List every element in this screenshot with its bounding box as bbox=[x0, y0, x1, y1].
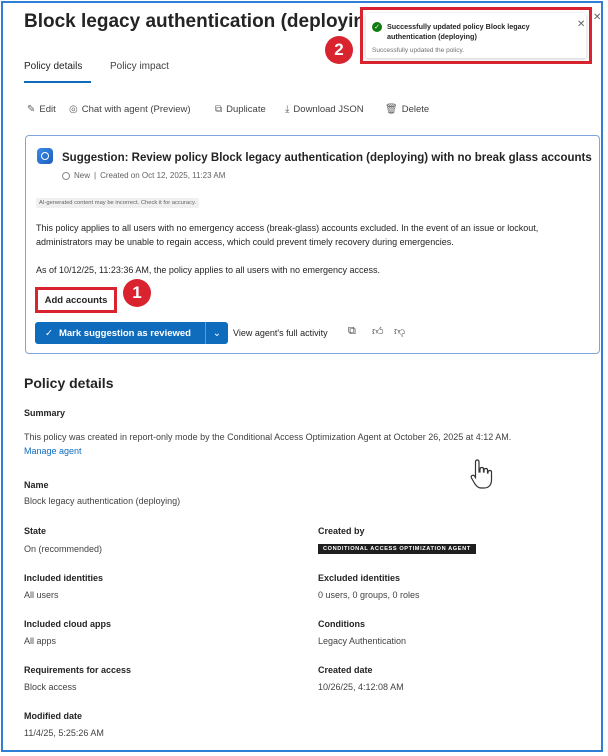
panel-close-icon[interactable]: ✕ bbox=[593, 12, 601, 23]
duplicate-label: Duplicate bbox=[226, 104, 266, 115]
copy-icon: ⧉ bbox=[215, 104, 223, 115]
name-label: Name bbox=[24, 480, 49, 490]
edit-button[interactable]: ✎ Edit bbox=[27, 104, 56, 115]
state-value: On (recommended) bbox=[24, 544, 103, 554]
meta-separator: | bbox=[94, 171, 97, 180]
suggestion-description: This policy applies to all users with no… bbox=[36, 223, 539, 247]
excluded-identities-label: Excluded identities bbox=[318, 573, 401, 583]
edit-label: Edit bbox=[39, 104, 56, 115]
included-apps-value: All apps bbox=[24, 636, 57, 646]
success-check-icon: ✓ bbox=[372, 22, 382, 32]
trash-icon: 🗑 bbox=[385, 104, 398, 115]
duplicate-button[interactable]: ⧉ Duplicate bbox=[215, 104, 266, 115]
mark-reviewed-button[interactable]: ✓ Mark suggestion as reviewed bbox=[35, 322, 205, 344]
mark-reviewed-label: Mark suggestion as reviewed bbox=[58, 327, 191, 339]
checkmark-icon: ✓ bbox=[45, 327, 53, 339]
suggestion-created: Created on Oct 12, 2025, 11:23 AM bbox=[100, 171, 226, 180]
included-identities-label: Included identities bbox=[24, 573, 104, 583]
status-circle-icon bbox=[62, 171, 70, 180]
manage-agent-link[interactable]: Manage agent bbox=[24, 446, 82, 456]
mark-reviewed-dropdown[interactable]: ⌄ bbox=[205, 322, 228, 344]
toast-close-icon[interactable]: ✕ bbox=[577, 19, 585, 30]
pencil-icon: ✎ bbox=[27, 104, 36, 115]
suggestion-card: Suggestion: Review policy Block legacy a… bbox=[25, 135, 600, 354]
suggestion-title: Suggestion: Review policy Block legacy a… bbox=[62, 152, 592, 164]
requirements-value: Block access bbox=[24, 682, 77, 692]
tab-policy-details[interactable]: Policy details bbox=[24, 61, 82, 72]
delete-button[interactable]: 🗑 Delete bbox=[385, 104, 429, 115]
view-agent-activity-link[interactable]: View agent's full activity bbox=[233, 328, 328, 338]
copy-feedback-icon[interactable]: ⧉ bbox=[348, 325, 356, 338]
download-label: Download JSON bbox=[293, 104, 364, 115]
chat-with-agent-button[interactable]: ◎ Chat with agent (Preview) bbox=[69, 104, 191, 115]
success-toast: ✓ Successfully updated policy Block lega… bbox=[366, 13, 586, 58]
download-json-button[interactable]: ⤓ Download JSON bbox=[285, 104, 364, 115]
created-by-badge: CONDITIONAL ACCESS OPTIMIZATION AGENT bbox=[318, 544, 476, 554]
thumbs-down-icon[interactable]: 👎︎ bbox=[394, 325, 405, 338]
delete-label: Delete bbox=[401, 104, 430, 115]
page-title: Block legacy authentication (deploying) bbox=[24, 11, 383, 32]
hand-cursor-icon bbox=[470, 459, 493, 489]
created-date-label: Created date bbox=[318, 665, 373, 675]
toast-title: Successfully updated policy Block legacy… bbox=[387, 22, 530, 41]
created-by-label: Created by bbox=[318, 526, 365, 536]
excluded-identities-value: 0 users, 0 groups, 0 roles bbox=[318, 590, 420, 600]
chevron-down-icon: ⌄ bbox=[212, 327, 222, 339]
chat-icon: ◎ bbox=[69, 104, 78, 115]
ai-disclaimer: AI-generated content may be incorrect. C… bbox=[36, 198, 200, 208]
modified-date-value: 11/4/25, 5:25:26 AM bbox=[24, 728, 104, 738]
add-accounts-button[interactable]: Add accounts bbox=[35, 287, 117, 313]
summary-label: Summary bbox=[24, 408, 66, 418]
tab-policy-impact[interactable]: Policy impact bbox=[110, 61, 169, 72]
conditions-label: Conditions bbox=[318, 619, 365, 629]
created-date-value: 10/26/25, 4:12:08 AM bbox=[318, 682, 404, 692]
name-value: Block legacy authentication (deploying) bbox=[24, 496, 181, 506]
thumbs-up-icon[interactable]: 👍︎ bbox=[372, 325, 384, 338]
summary-text: This policy was created in report-only m… bbox=[24, 432, 512, 442]
modified-date-label: Modified date bbox=[24, 711, 82, 721]
annotation-marker-2: 2 bbox=[325, 36, 353, 64]
requirements-label: Requirements for access bbox=[24, 665, 132, 675]
included-identities-value: All users bbox=[24, 590, 59, 600]
policy-panel: Block legacy authentication (deploying) … bbox=[1, 1, 603, 752]
included-apps-label: Included cloud apps bbox=[24, 619, 112, 629]
copilot-agent-icon bbox=[37, 148, 53, 164]
suggestion-as-of: As of 10/12/25, 11:23:36 AM, the policy … bbox=[36, 265, 381, 275]
active-tab-indicator bbox=[24, 81, 91, 83]
conditions-value: Legacy Authentication bbox=[318, 636, 407, 646]
policy-details-heading: Policy details bbox=[24, 375, 114, 391]
annotation-marker-1: 1 bbox=[123, 279, 151, 307]
chat-label: Chat with agent (Preview) bbox=[81, 104, 191, 115]
toast-subtitle: Successfully updated the policy. bbox=[372, 47, 465, 54]
suggestion-status: New bbox=[74, 171, 91, 180]
suggestion-meta: New | Created on Oct 12, 2025, 11:23 AM bbox=[62, 171, 225, 180]
state-label: State bbox=[24, 526, 47, 536]
download-icon: ⤓ bbox=[285, 104, 290, 115]
success-toast-highlight: ✓ Successfully updated policy Block lega… bbox=[360, 7, 592, 64]
